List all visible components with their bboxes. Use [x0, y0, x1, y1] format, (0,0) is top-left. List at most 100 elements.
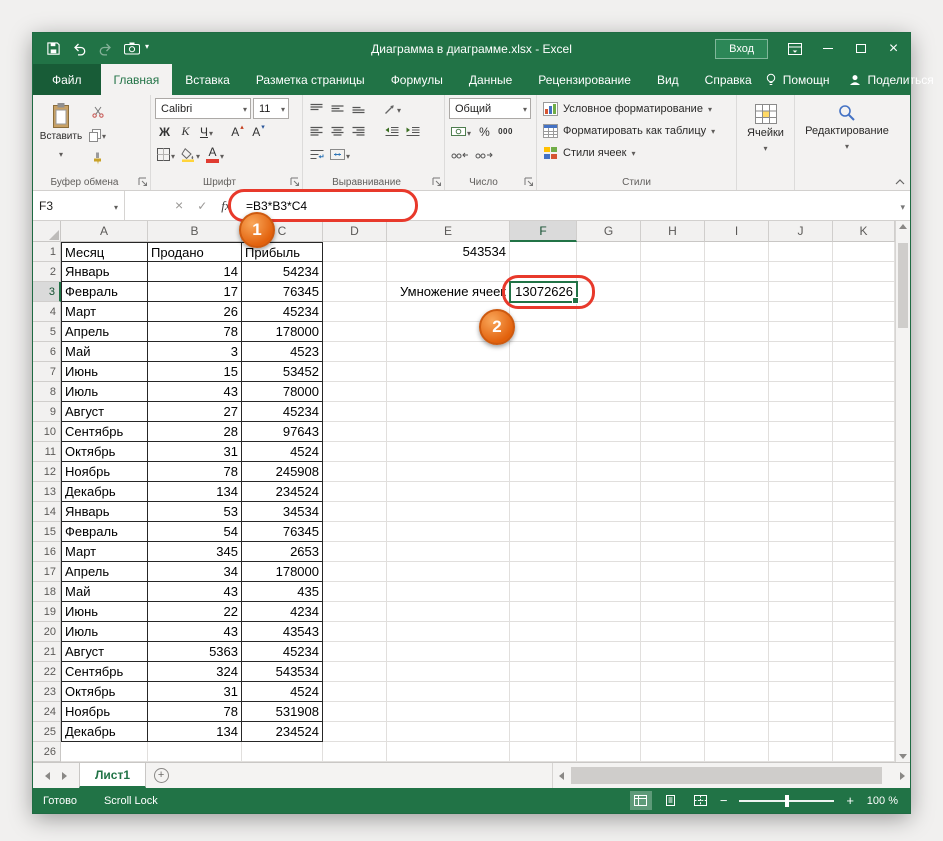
cell-K13[interactable]	[833, 482, 895, 502]
column-header-J[interactable]: J	[769, 221, 833, 242]
vertical-scrollbar[interactable]	[895, 221, 910, 762]
cell-G1[interactable]	[577, 242, 641, 262]
cell-H10[interactable]	[641, 422, 705, 442]
cell-I26[interactable]	[705, 742, 769, 762]
next-sheet-icon[interactable]	[62, 772, 67, 780]
cell-C17[interactable]: 178000	[242, 562, 323, 582]
cell-A8[interactable]: Июль	[61, 382, 148, 402]
cell-A7[interactable]: Июнь	[61, 362, 148, 382]
cell-G16[interactable]	[577, 542, 641, 562]
cell-H19[interactable]	[641, 602, 705, 622]
cell-B14[interactable]: 53	[148, 502, 242, 522]
cell-K11[interactable]	[833, 442, 895, 462]
cell-D7[interactable]	[323, 362, 387, 382]
merge-center-button[interactable]	[328, 145, 352, 165]
cell-J19[interactable]	[769, 602, 833, 622]
row-header-9[interactable]: 9	[33, 402, 61, 422]
cell-D19[interactable]	[323, 602, 387, 622]
cell-D21[interactable]	[323, 642, 387, 662]
cell-B5[interactable]: 78	[148, 322, 242, 342]
cell-K6[interactable]	[833, 342, 895, 362]
cell-H26[interactable]	[641, 742, 705, 762]
row-header-5[interactable]: 5	[33, 322, 61, 342]
cell-C23[interactable]: 4524	[242, 682, 323, 702]
cell-A26[interactable]	[61, 742, 148, 762]
cell-A10[interactable]: Сентябрь	[61, 422, 148, 442]
cell-G18[interactable]	[577, 582, 641, 602]
cell-E17[interactable]	[387, 562, 510, 582]
cell-D9[interactable]	[323, 402, 387, 422]
number-dialog-launcher[interactable]	[523, 176, 534, 187]
font-dialog-launcher[interactable]	[289, 176, 300, 187]
column-header-I[interactable]: I	[705, 221, 769, 242]
cell-A3[interactable]: Февраль	[61, 282, 148, 302]
cell-C22[interactable]: 543534	[242, 662, 323, 682]
cell-F13[interactable]	[510, 482, 577, 502]
cell-D6[interactable]	[323, 342, 387, 362]
cell-D4[interactable]	[323, 302, 387, 322]
cell-B11[interactable]: 31	[148, 442, 242, 462]
format-painter-button[interactable]	[87, 148, 108, 168]
undo-button[interactable]	[67, 36, 92, 62]
cell-G24[interactable]	[577, 702, 641, 722]
cell-I21[interactable]	[705, 642, 769, 662]
cell-F2[interactable]	[510, 262, 577, 282]
cell-styles-button[interactable]: Стили ячеек	[541, 142, 732, 164]
cell-C20[interactable]: 43543	[242, 622, 323, 642]
cell-G17[interactable]	[577, 562, 641, 582]
cell-G10[interactable]	[577, 422, 641, 442]
underline-button[interactable]: Ч	[197, 122, 216, 142]
cell-D15[interactable]	[323, 522, 387, 542]
cell-C10[interactable]: 97643	[242, 422, 323, 442]
cell-G3[interactable]	[577, 282, 641, 302]
cell-J4[interactable]	[769, 302, 833, 322]
scroll-left-icon[interactable]	[553, 772, 569, 780]
cell-E24[interactable]	[387, 702, 510, 722]
cancel-entry-icon[interactable]	[175, 197, 183, 215]
cell-K10[interactable]	[833, 422, 895, 442]
cell-J10[interactable]	[769, 422, 833, 442]
cell-E20[interactable]	[387, 622, 510, 642]
cell-I1[interactable]	[705, 242, 769, 262]
cell-G14[interactable]	[577, 502, 641, 522]
cell-F5[interactable]	[510, 322, 577, 342]
cell-B9[interactable]: 27	[148, 402, 242, 422]
cell-F3[interactable]: 13072626	[510, 282, 577, 302]
cell-J23[interactable]	[769, 682, 833, 702]
cell-G23[interactable]	[577, 682, 641, 702]
cell-G25[interactable]	[577, 722, 641, 742]
cell-D12[interactable]	[323, 462, 387, 482]
row-header-10[interactable]: 10	[33, 422, 61, 442]
cell-E26[interactable]	[387, 742, 510, 762]
align-center-button[interactable]	[328, 122, 347, 142]
column-header-F[interactable]: F	[510, 221, 577, 242]
cell-I4[interactable]	[705, 302, 769, 322]
cell-G12[interactable]	[577, 462, 641, 482]
cell-J11[interactable]	[769, 442, 833, 462]
number-format-combo[interactable]: Общий	[449, 98, 531, 119]
cell-I7[interactable]	[705, 362, 769, 382]
cell-K17[interactable]	[833, 562, 895, 582]
tab-help[interactable]: Справка	[692, 64, 765, 95]
cell-A16[interactable]: Март	[61, 542, 148, 562]
cell-J22[interactable]	[769, 662, 833, 682]
copy-button[interactable]	[87, 125, 108, 145]
cell-D17[interactable]	[323, 562, 387, 582]
cell-F7[interactable]	[510, 362, 577, 382]
cell-K8[interactable]	[833, 382, 895, 402]
cell-B20[interactable]: 43	[148, 622, 242, 642]
cell-E2[interactable]	[387, 262, 510, 282]
cell-K9[interactable]	[833, 402, 895, 422]
scroll-down-icon[interactable]	[896, 754, 910, 759]
row-header-18[interactable]: 18	[33, 582, 61, 602]
cell-A4[interactable]: Март	[61, 302, 148, 322]
cell-I8[interactable]	[705, 382, 769, 402]
qat-customize-caret-icon[interactable]	[145, 36, 170, 62]
cell-B13[interactable]: 134	[148, 482, 242, 502]
row-header-20[interactable]: 20	[33, 622, 61, 642]
cell-B25[interactable]: 134	[148, 722, 242, 742]
cell-F26[interactable]	[510, 742, 577, 762]
cell-J20[interactable]	[769, 622, 833, 642]
cell-I2[interactable]	[705, 262, 769, 282]
cell-C18[interactable]: 435	[242, 582, 323, 602]
